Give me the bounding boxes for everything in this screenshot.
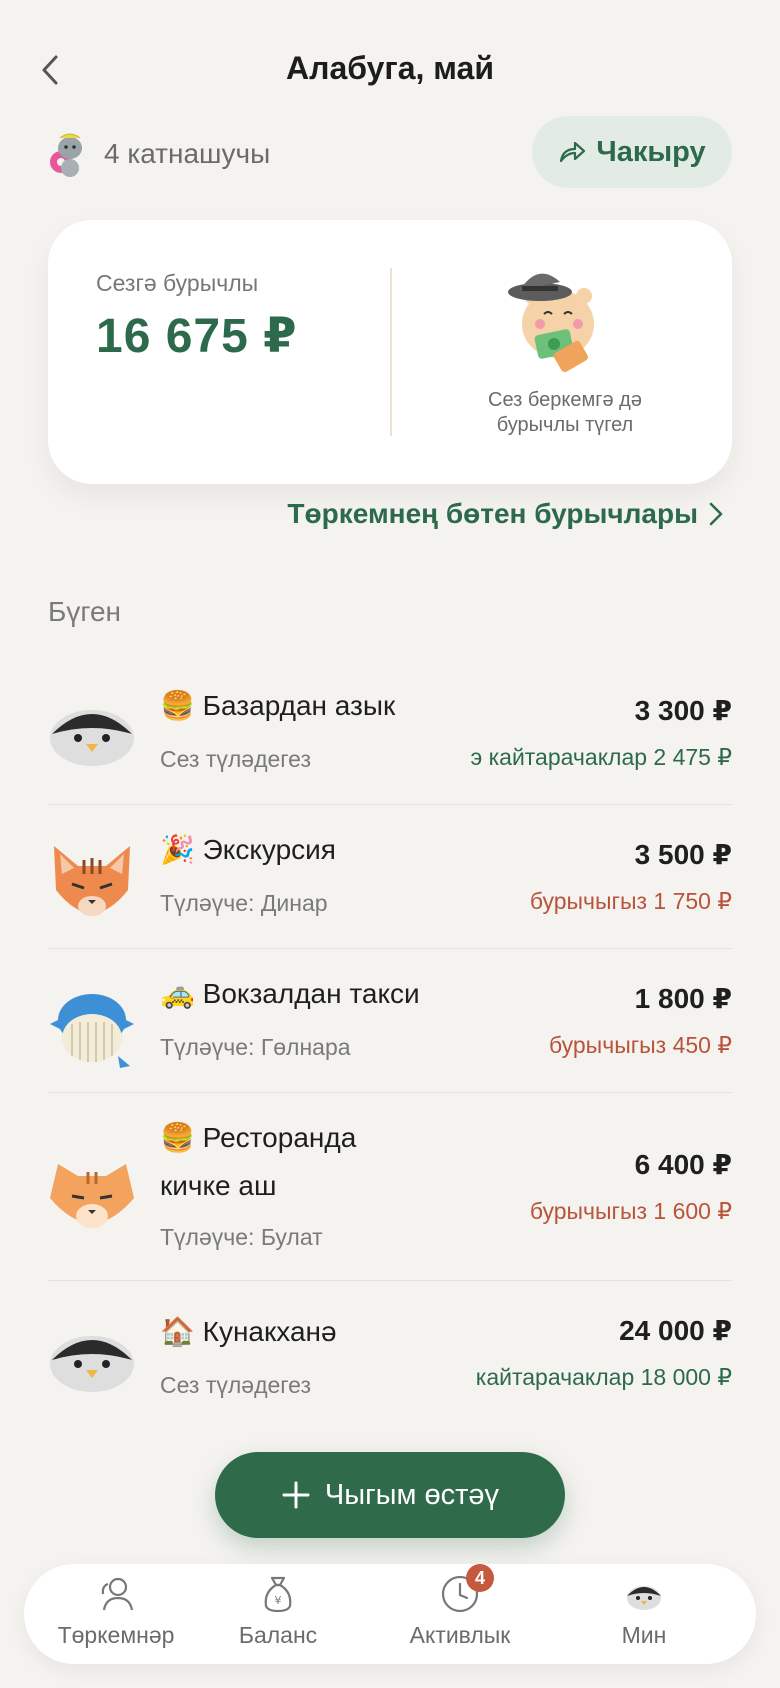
row-divider (48, 804, 732, 805)
nav-balance[interactable]: ¥ Баланс (188, 1574, 368, 1658)
expense-title: 🍔 Базардан азык (160, 690, 396, 721)
expense-title: 🍔 Ресторанда кичке аш (160, 1122, 357, 1201)
svg-text:¥: ¥ (275, 1594, 282, 1607)
expense-row[interactable]: 🍔 Базардан азык Сез түләдегез 3 300 ₽ э … (48, 682, 732, 802)
penguin-avatar-icon (50, 710, 134, 766)
people-icon (101, 1577, 134, 1611)
expense-title: 🏠 Кунакханә (160, 1316, 337, 1347)
bear-money-mascot-icon (508, 273, 594, 372)
expense-payer: Сез түләдегез (160, 746, 312, 772)
owed-label: Сезгә бурычлы (96, 270, 259, 296)
whale-avatar-icon (50, 994, 134, 1068)
expense-payer: Түләүче: Булат (160, 1224, 323, 1250)
expense-payer: Сез түләдегез (160, 1372, 312, 1398)
members-button[interactable]: 4 катнашучы (48, 124, 270, 184)
money-bag-icon: ¥ (264, 1576, 292, 1613)
expense-amount: 3 300 ₽ (634, 695, 732, 726)
invite-label: Чакыру (596, 135, 706, 168)
row-divider (48, 948, 732, 949)
expense-title: 🚕 Вокзалдан такси (160, 978, 420, 1009)
expense-row[interactable]: 🎉 Экскурсия Түләүче: Динар 3 500 ₽ бурыч… (48, 826, 732, 946)
all-debts-label: Төркемнең бөтен бурычлары (287, 498, 698, 529)
add-expense-button[interactable]: Чыгым өстәү (215, 1452, 565, 1538)
share-arrow-icon (560, 141, 586, 163)
expense-amount: 24 000 ₽ (619, 1315, 732, 1346)
cat-avatar-icon (54, 846, 130, 916)
activity-badge: 4 (466, 1564, 494, 1592)
expense-share: кайтарачаклар 18 000 ₽ (475, 1364, 732, 1390)
nav-me[interactable]: Мин (554, 1574, 734, 1658)
expense-row[interactable]: 🚕 Вокзалдан такси Түләүче: Гөлнара 1 800… (48, 970, 732, 1090)
expense-share: э кайтарачаклар 2 475 ₽ (470, 744, 732, 770)
nav-activity-label: Активлык (409, 1622, 511, 1648)
nav-me-label: Мин (621, 1622, 667, 1648)
expense-share: бурычыгыз 1 750 ₽ (529, 888, 732, 914)
expense-payer: Түләүче: Гөлнара (160, 1034, 351, 1060)
settled-caption: Сез беркемгә дә бурычлы түгел (488, 389, 642, 436)
expense-title: 🎉 Экскурсия (160, 834, 336, 865)
nav-groups[interactable]: Төркемнәр (26, 1574, 206, 1658)
plus-icon (282, 1481, 310, 1509)
expense-payer: Түләүче: Динар (160, 890, 328, 916)
all-debts-link[interactable]: Төркемнең бөтен бурычлары (287, 498, 724, 530)
activity-icon-wrapper: 4 (440, 1564, 494, 1614)
expense-row[interactable]: 🍔 Ресторанда кичке аш Түләүче: Булат 6 40… (48, 1114, 732, 1278)
bottom-nav: Төркемнәр ¥ Баланс 4 Активлык Мин (24, 1564, 756, 1664)
row-divider (48, 1280, 732, 1281)
expense-amount: 3 500 ₽ (634, 839, 732, 870)
nav-balance-label: Баланс (238, 1622, 318, 1648)
expense-row[interactable]: 🏠 Кунакханә Сез түләдегез 24 000 ₽ кайта… (48, 1308, 732, 1418)
tiger-avatar-icon (50, 1164, 134, 1228)
members-avatar-icon (50, 133, 82, 177)
members-count: 4 катнашучы (104, 138, 271, 169)
expense-amount: 6 400 ₽ (634, 1149, 732, 1180)
owed-amount: 16 675 ₽ (96, 310, 298, 363)
row-divider (48, 1092, 732, 1093)
add-expense-label: Чыгым өстәү (324, 1478, 500, 1511)
nav-activity[interactable]: 4 Активлык (370, 1564, 550, 1658)
invite-button[interactable]: Чакыру (532, 116, 732, 188)
section-title-today: Бүген (48, 596, 122, 627)
chevron-right-icon (709, 502, 723, 526)
expense-share: бурычыгыз 450 ₽ (548, 1032, 732, 1058)
expense-share: бурычыгыз 1 600 ₽ (529, 1198, 732, 1224)
card-divider (390, 268, 392, 436)
expense-amount: 1 800 ₽ (634, 983, 732, 1014)
penguin-profile-icon (627, 1586, 661, 1610)
balance-card: Сезгә бурычлы 16 675 ₽ Сез беркемгә дә б… (48, 220, 732, 484)
nav-groups-label: Төркемнәр (57, 1622, 175, 1648)
penguin-avatar-icon (50, 1336, 134, 1392)
page-title: Алабуга, май (286, 50, 494, 86)
